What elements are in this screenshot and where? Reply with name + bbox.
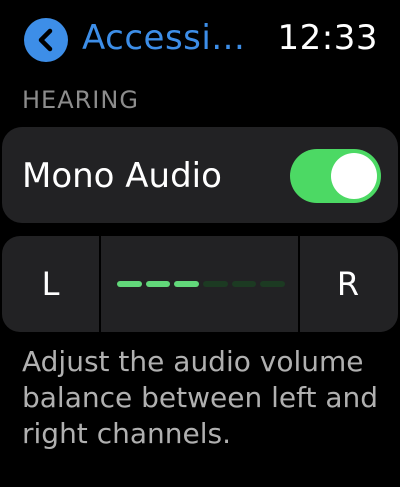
status-bar: Accessi... 12:33 [0,0,400,78]
balance-slider[interactable] [101,236,298,332]
mono-audio-toggle[interactable] [290,149,381,203]
balance-segment [174,281,199,287]
balance-segment [260,281,285,287]
mono-audio-row[interactable]: Mono Audio [2,127,398,223]
balance-segment [145,281,171,287]
balance-track [117,281,285,287]
balance-description: Adjust the audio volume balance between … [22,345,379,450]
section-header-hearing: HEARING [22,86,139,114]
toggle-knob [331,153,377,199]
balance-right-button[interactable]: R [298,236,398,332]
back-button[interactable] [24,18,68,62]
clock: 12:33 [277,18,378,58]
nav-title[interactable]: Accessi... [82,14,245,62]
chevron-left-icon [38,28,53,52]
audio-balance-control: L R [2,236,398,332]
balance-segment [203,281,228,287]
balance-segment [117,281,142,287]
mono-audio-label: Mono Audio [22,156,222,196]
balance-left-button[interactable]: L [2,236,99,332]
balance-segment [231,281,257,287]
